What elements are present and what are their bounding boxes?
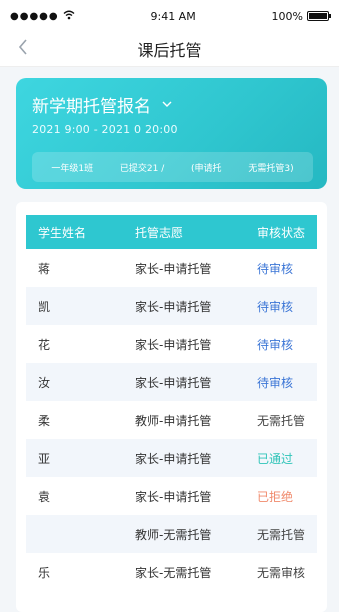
status-bar: ●●●●● 9:41 AM 100% [0,0,339,32]
review-status[interactable]: 无需托管 [256,515,317,553]
student-wish: 教师-无需托管 [134,515,256,553]
header-wish: 托管志愿 [134,215,256,249]
review-status[interactable]: 无需审核 [256,553,317,591]
student-wish: 家长-申请托管 [135,489,212,504]
header-student-name: 学生姓名 [26,215,134,249]
student-wish: 家长-无需托管 [135,565,212,580]
table-row[interactable]: 蒋 家长-申请托管 待审核 [26,249,317,287]
table-row[interactable]: 花 家长-申请托管 待审核 [26,325,317,363]
table-row[interactable]: 汝 家长-申请托管 待审核 [26,363,317,401]
student-name [26,515,134,553]
status-time: 9:41 AM [150,9,196,23]
stat-class: 一年级1班 [51,163,94,174]
table-row[interactable]: 袁 家长-申请托管 已拒绝 [26,477,317,515]
wifi-icon [63,10,75,23]
battery-percent: 100% [271,9,303,23]
table-row[interactable]: 亚 家长-申请托管 已通过 [26,439,317,477]
card-time-range: 2021 9:00 - 2021 0 20:00 [32,123,178,136]
back-icon[interactable] [14,38,32,56]
table-row[interactable]: 教师-无需托管 无需托管 [26,515,317,553]
stat-no-need: 无需托管3) [248,163,294,174]
student-name: 亚 [26,439,134,477]
nav-bar: 课后托管 [0,32,339,67]
battery-indicator: 100% [271,9,331,23]
student-wish: 家长-申请托管 [135,261,212,276]
student-table: 学生姓名 托管志愿 审核状态 蒋 家长-申请托管 待审核 凯 家长-申请托管 待… [26,215,317,591]
enrollment-card: 新学期托管报名 2021 9:00 - 2021 0 20:00 一年级1班 已… [16,78,327,189]
table-row[interactable]: 凯 家长-申请托管 待审核 [26,287,317,325]
card-title: 新学期托管报名 [32,97,151,117]
student-name: 凯 [26,287,134,325]
review-status[interactable]: 待审核 [256,325,317,363]
student-name: 花 [38,337,51,352]
page-title: 课后托管 [137,41,202,60]
student-table-panel: 学生姓名 托管志愿 审核状态 蒋 家长-申请托管 待审核 凯 家长-申请托管 待… [16,202,327,612]
table-header-row: 学生姓名 托管志愿 审核状态 [26,215,317,249]
student-name: 蒋 [38,261,51,276]
table-row[interactable]: 乐 家长-无需托管 无需审核 [26,553,317,591]
stats-bar: 一年级1班 已提交21 / (申请托 无需托管3) [32,152,313,182]
review-status[interactable]: 无需托管 [256,401,317,439]
student-wish: 教师-申请托管 [135,413,212,428]
student-name: 柔 [38,413,51,428]
student-wish: 家长-申请托管 [134,363,256,401]
student-name: 乐 [38,565,51,580]
student-wish: 家长-申请托管 [134,287,256,325]
review-status[interactable]: 待审核 [256,249,317,287]
header-status: 审核状态 [256,215,317,249]
student-wish: 家长-申请托管 [135,337,212,352]
stat-apply: (申请托 [191,163,222,174]
signal-indicator: ●●●●● [10,10,75,23]
review-status[interactable]: 已通过 [256,439,317,477]
card-title-row[interactable]: 新学期托管报名 [32,92,313,117]
review-status[interactable]: 待审核 [256,363,317,401]
review-status[interactable]: 待审核 [256,287,317,325]
table-row[interactable]: 柔 教师-申请托管 无需托管 [26,401,317,439]
signal-dots: ●●●●● [10,10,59,22]
student-name: 汝 [26,363,134,401]
student-wish: 家长-申请托管 [134,439,256,477]
student-name: 袁 [38,489,51,504]
battery-icon [307,11,331,21]
review-status[interactable]: 已拒绝 [256,477,317,515]
stat-submitted: 已提交21 / [119,163,165,174]
chevron-down-icon[interactable] [161,99,173,111]
